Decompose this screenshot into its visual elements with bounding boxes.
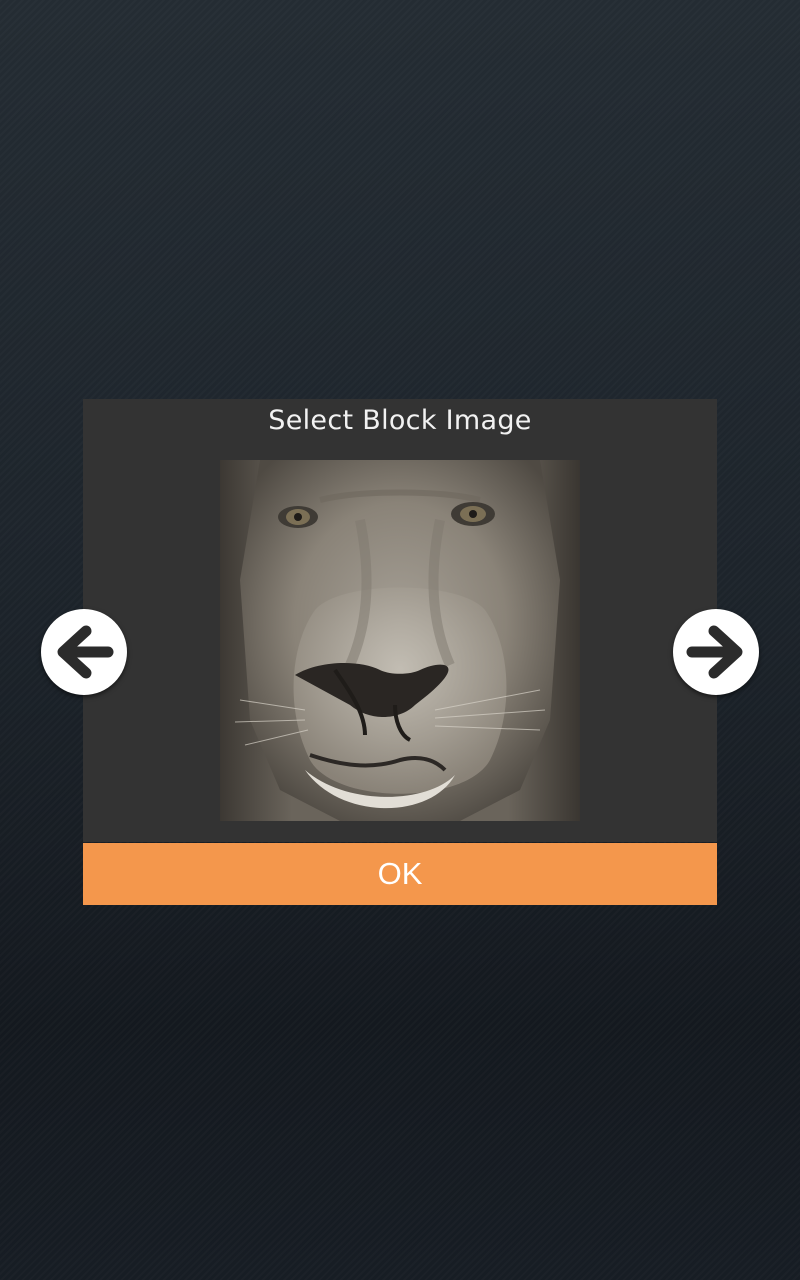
block-image-preview[interactable] xyxy=(220,460,580,821)
arrow-left-icon xyxy=(57,625,114,679)
previous-image-button[interactable] xyxy=(41,609,127,695)
arrow-right-icon xyxy=(686,625,743,679)
lion-face-image xyxy=(220,460,580,821)
next-image-button[interactable] xyxy=(673,609,759,695)
ok-button[interactable]: OK xyxy=(83,843,717,905)
dialog-title: Select Block Image xyxy=(268,405,532,436)
